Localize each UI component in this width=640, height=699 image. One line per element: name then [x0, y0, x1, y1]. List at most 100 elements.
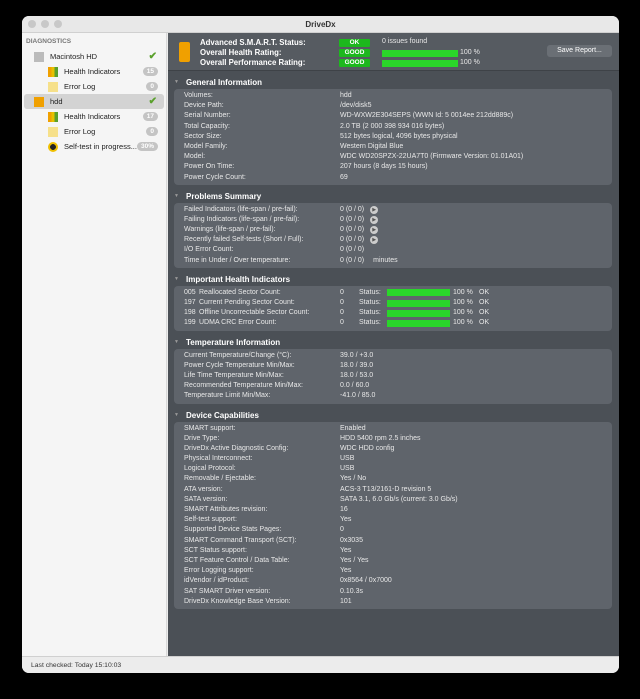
- sidebar-item-macintosh-hd[interactable]: Macintosh HD ✔: [24, 49, 164, 64]
- row-label: SMART support:: [184, 424, 236, 432]
- info-row: Self-test support: Yes: [184, 515, 612, 525]
- problem-row: Recently failed Self-tests (Short / Full…: [184, 235, 612, 245]
- sidebar-item-error-log[interactable]: Error Log 0: [24, 79, 164, 94]
- row-label: Power Cycle Temperature Min/Max:: [184, 361, 295, 369]
- row-label: Serial Number:: [184, 112, 231, 120]
- details-arrow-icon[interactable]: ▶: [370, 215, 379, 224]
- health-bar-fill: [382, 50, 458, 57]
- smart-status-text: 0 issues found: [382, 38, 428, 45]
- row-value: 0x8564 / 0x7000: [340, 577, 392, 585]
- unit-label: minutes: [373, 256, 398, 264]
- row-label: DriveDx Active Diagnostic Config:: [184, 444, 289, 452]
- row-label: Warnings (life-span / pre-fail):: [184, 226, 276, 234]
- info-row: SMART Command Transport (SCT): 0x3035: [184, 536, 612, 546]
- row-label: Device Path:: [184, 102, 224, 110]
- zoom-button[interactable]: [54, 20, 62, 28]
- section-header-problems[interactable]: Problems Summary: [168, 190, 619, 203]
- row-value: Yes / No: [340, 475, 367, 483]
- sidebar-item-error-log[interactable]: Error Log 0: [24, 124, 164, 139]
- status-bar: Last checked: Today 15:10:03: [22, 656, 619, 673]
- info-row: SAT SMART Driver version: 0.10.3s: [184, 587, 612, 597]
- sidebar-item-health-indicators[interactable]: Health Indicators 15: [24, 64, 164, 79]
- section-header-capabilities[interactable]: Device Capabilities: [168, 409, 619, 422]
- row-value: ACS-3 T13/2161-D revision 5: [340, 485, 432, 493]
- row-value: Yes / Yes: [340, 556, 369, 564]
- info-row: ATA version: ACS-3 T13/2161-D revision 5: [184, 485, 612, 495]
- status-bar: [387, 319, 450, 327]
- status-label: Status:: [359, 299, 381, 306]
- close-button[interactable]: [28, 20, 36, 28]
- info-row: Power On Time: 207 hours (8 days 15 hours…: [184, 162, 612, 172]
- attribute-name: UDMA CRC Error Count:: [199, 319, 277, 327]
- row-value: 0 (0 / 0): [340, 246, 365, 254]
- attribute-id: 199: [184, 319, 196, 327]
- status-bar-fill: [387, 299, 450, 307]
- row-label: Logical Protocol:: [184, 465, 236, 473]
- row-value: Yes: [340, 516, 352, 524]
- row-value: 0 (0 / 0): [340, 226, 365, 234]
- minimize-button[interactable]: [41, 20, 49, 28]
- row-value: 18.0 / 39.0: [340, 361, 374, 369]
- count-badge: 0: [146, 127, 158, 136]
- row-label: DriveDx Knowledge Base Version:: [184, 597, 291, 605]
- count-badge: 15: [142, 67, 158, 76]
- details-arrow-icon[interactable]: ▶: [370, 226, 379, 235]
- section-header-temperature[interactable]: Temperature Information: [168, 336, 619, 349]
- sidebar-item-label: Error Log: [64, 127, 96, 136]
- row-value: Yes: [340, 567, 352, 575]
- row-label: Recommended Temperature Min/Max:: [184, 382, 303, 390]
- row-value: -41.0 / 85.0: [340, 392, 376, 400]
- row-label: Model:: [184, 153, 206, 161]
- row-value: USB: [340, 465, 355, 473]
- title-bar: DriveDx: [22, 16, 619, 33]
- info-row: Model: WDC WD20SPZX-22UA7T0 (Firmware Ver…: [184, 152, 612, 162]
- sidebar-item-label: Health Indicators: [64, 67, 121, 76]
- row-label: Error Logging support:: [184, 567, 254, 575]
- section-general: Volumes: hdd Device Path:/dev/disk5 Serial …: [174, 89, 612, 185]
- drive-icon: [179, 42, 190, 62]
- status-text: OK: [479, 319, 490, 327]
- details-arrow-icon[interactable]: ▶: [370, 236, 379, 245]
- sidebar-heading: DIAGNOSTICS: [26, 38, 72, 45]
- log-icon: [48, 81, 58, 92]
- count-badge: 30%: [136, 142, 158, 151]
- row-value: 39.0 / +3.0: [340, 351, 374, 359]
- section-problems: Failed Indicators (life-span / pre-fail)…: [174, 202, 612, 268]
- sidebar-item-self-test-in-progress[interactable]: Self-test in progress... 30%: [24, 139, 164, 154]
- attribute-value: 0: [340, 309, 344, 317]
- row-value: 101: [340, 597, 352, 605]
- info-row: Temperature Limit Min/Max: -41.0 / 85.0: [184, 391, 612, 401]
- row-label: SMART Attributes revision:: [184, 506, 268, 513]
- section-header-general[interactable]: General Information: [168, 76, 619, 89]
- attribute-value: 0: [340, 288, 344, 296]
- row-value: 512 bytes logical, 4096 bytes physical: [340, 132, 458, 140]
- health-icon: [48, 66, 58, 77]
- checkmark-icon: ✔: [148, 51, 157, 62]
- status-text: OK: [479, 309, 490, 317]
- selftest-icon: [48, 141, 58, 152]
- attribute-id: 005: [184, 288, 196, 296]
- status-bar-fill: [387, 319, 450, 327]
- info-row: Power Cycle Count: 69: [184, 173, 612, 183]
- log-icon: [48, 126, 58, 137]
- info-row: Device Path: /dev/disk5: [184, 101, 612, 111]
- save-report-button[interactable]: Save Report...: [547, 45, 612, 57]
- row-label: SCT Status support:: [184, 546, 247, 554]
- sidebar-item-health-indicators[interactable]: Health Indicators 17: [24, 109, 164, 124]
- row-label: Volumes:: [184, 92, 213, 99]
- details-arrow-icon[interactable]: ▶: [370, 205, 379, 214]
- sidebar-item-label: hdd: [50, 97, 63, 106]
- health-bar: [382, 50, 458, 57]
- performance-status-badge: GOOD: [339, 59, 370, 67]
- info-row: SCT Feature Control / Data Table: Yes / Y…: [184, 556, 612, 566]
- attribute-name: Current Pending Sector Count:: [199, 299, 295, 306]
- section-header-health[interactable]: Important Health Indicators: [168, 273, 619, 286]
- disk-hdd-icon: [34, 96, 44, 107]
- row-value: SATA 3.1, 6.0 Gb/s (current: 3.0 Gb/s): [340, 495, 458, 503]
- sidebar-item-hdd[interactable]: hdd ✔: [24, 94, 164, 109]
- row-label: idVendor / idProduct:: [184, 577, 249, 585]
- status-label: Status:: [359, 309, 381, 317]
- row-label: Life Time Temperature Min/Max:: [184, 371, 284, 379]
- section-health: 005 Reallocated Sector Count: 0 Status: 100 …: [174, 285, 612, 331]
- row-value: Yes: [340, 546, 352, 554]
